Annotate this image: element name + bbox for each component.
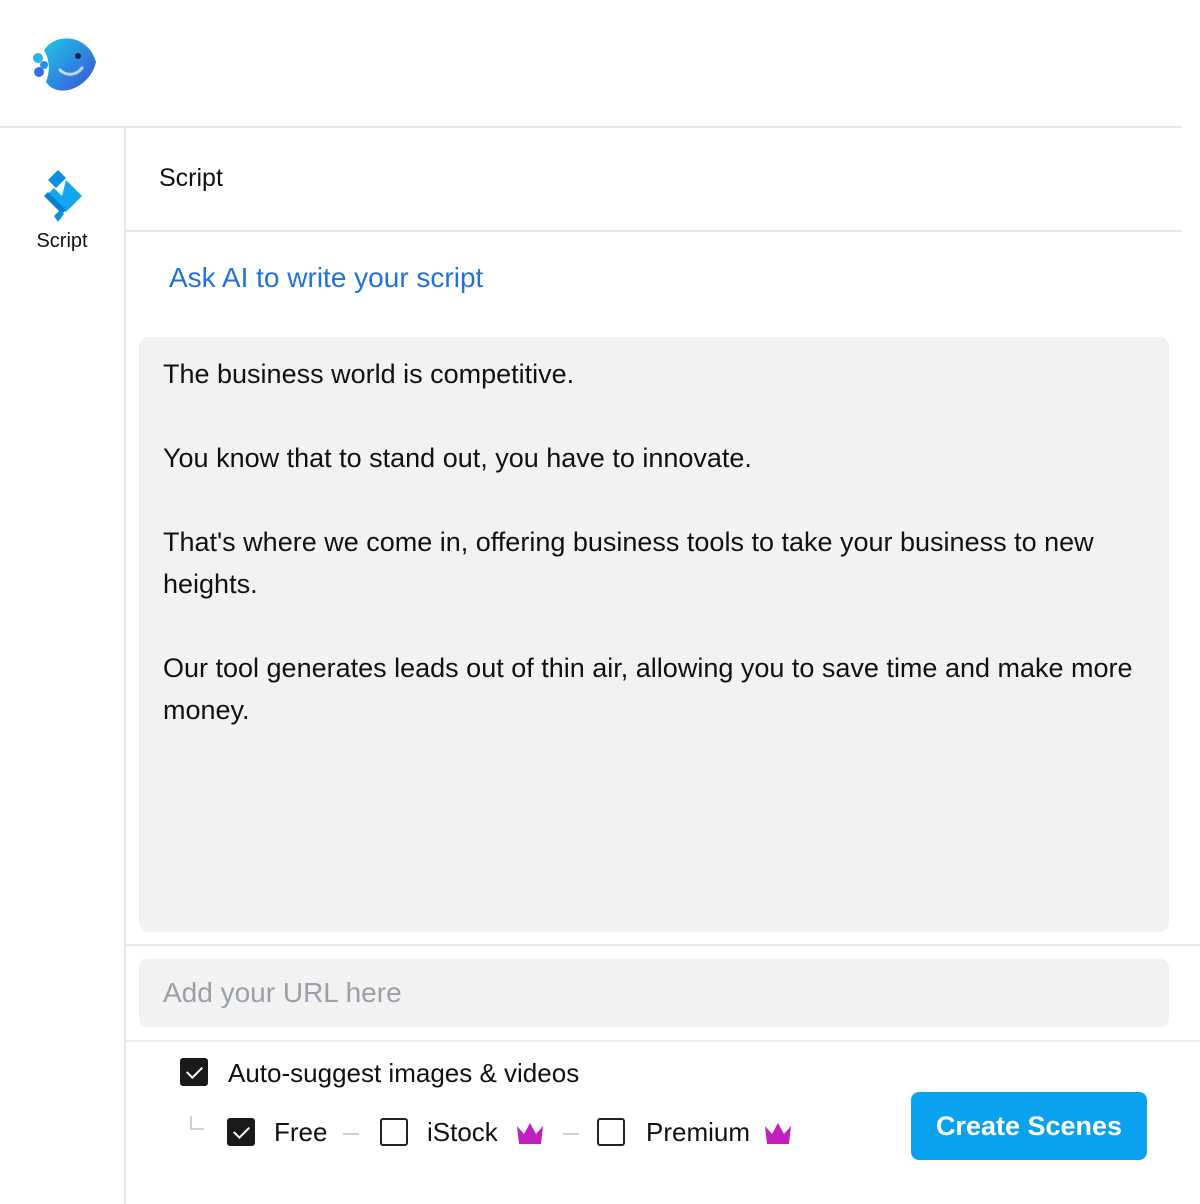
script-paragraph: The business world is competitive. [163,359,575,389]
crown-icon [765,1123,791,1144]
script-textarea[interactable]: The business world is competitive. You k… [139,337,1169,932]
top-bar [0,0,1182,128]
fish-logo-icon[interactable] [30,30,98,98]
panel-title: Script [159,164,223,192]
panel-header: Script [126,128,1182,232]
sidebar: Script [0,128,126,1204]
premium-label: Premium [646,1117,751,1147]
sidebar-item-label: Script [36,230,88,252]
auto-suggest-label: Auto-suggest images & videos [228,1058,580,1088]
auto-suggest-checkbox[interactable] [180,1058,208,1086]
sidebar-item-script[interactable]: Script [0,166,124,253]
divider [126,944,1200,946]
tree-connector [190,1116,204,1130]
premium-checkbox[interactable] [597,1118,625,1146]
url-input[interactable] [139,959,1169,1027]
script-paragraph: You know that to stand out, you have to … [163,443,752,473]
create-scenes-button[interactable]: Create Scenes [911,1092,1147,1160]
crown-icon [517,1123,543,1144]
separator-dash [343,1133,359,1135]
script-paragraph: Our tool generates leads out of thin air… [163,653,1133,725]
free-checkbox[interactable] [227,1118,255,1146]
divider [126,1040,1200,1042]
script-pen-icon [44,170,82,222]
ask-ai-link[interactable]: Ask AI to write your script [169,262,483,294]
free-label: Free [274,1117,328,1147]
istock-label: iStock [427,1117,498,1147]
script-panel: Script Ask AI to write your script The b… [126,128,1200,1204]
istock-checkbox[interactable] [380,1118,408,1146]
script-paragraph: That's where we come in, offering busine… [163,527,1094,599]
separator-dash [563,1133,579,1135]
